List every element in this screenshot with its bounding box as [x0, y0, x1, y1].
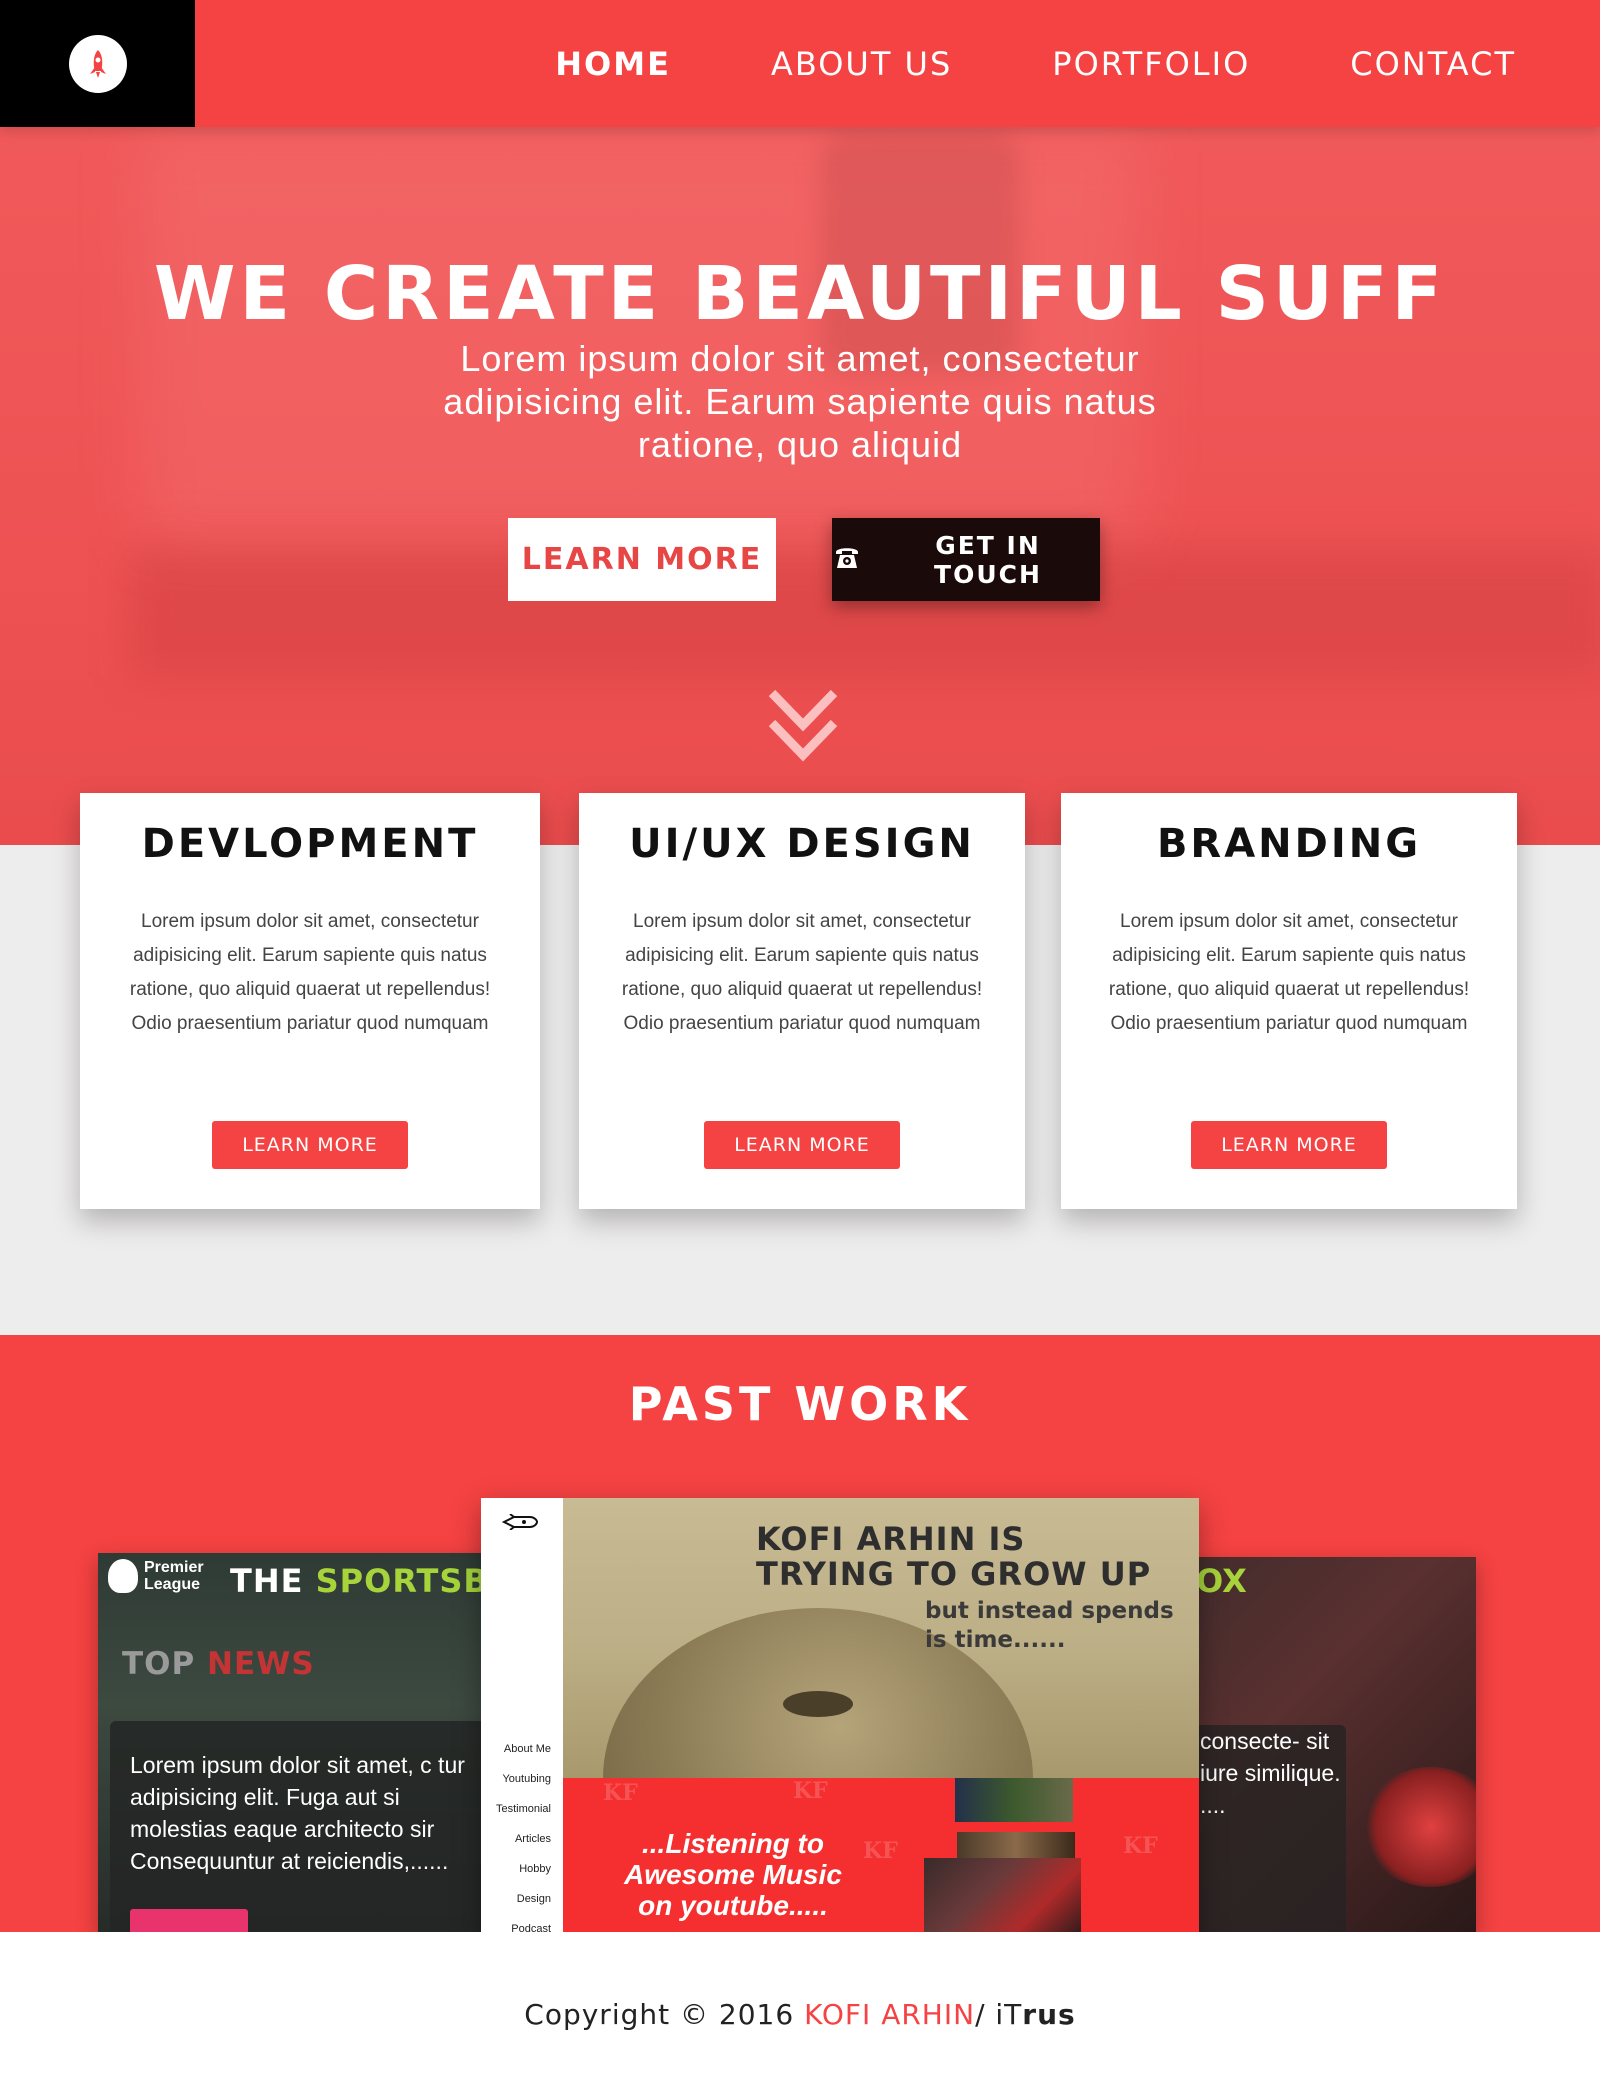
listening-text-line: ...Listening to [642, 1828, 824, 1859]
service-text: Lorem ipsum dolor sit amet, consectetur … [1108, 911, 1470, 1034]
copyright-text: Copyright © 2016 KOFI ARHIN/ iTrus [0, 1998, 1600, 2031]
sportsbox-title-part: THE [230, 1562, 316, 1600]
eye-image [783, 1691, 853, 1717]
site-menu-item: Podcast [511, 1923, 551, 1932]
video-thumbnail [924, 1858, 1081, 1932]
nav-portfolio[interactable]: PORTFOLIO [1052, 45, 1250, 83]
phone-icon [832, 542, 862, 578]
site-menu-item: Articles [514, 1833, 551, 1845]
top-nav: HOME ABOUT US PORTFOLIO CONTACT [0, 0, 1600, 127]
player-image [1361, 1767, 1476, 1887]
get-in-touch-label: GET IN TOUCH [934, 530, 1042, 589]
copyright-suffix: rus [1022, 1998, 1076, 2031]
site-menu-item: Hobby [519, 1863, 551, 1875]
read-more-button [130, 1909, 248, 1932]
site-menu: About Me Youtubing Testimonial Articles … [481, 1734, 551, 1932]
premier-league-logo: Premier League [110, 1559, 204, 1593]
service-card-uiux: UI/UX DESIGN Lorem ipsum dolor sit amet,… [579, 793, 1025, 1209]
nav-links: HOME ABOUT US PORTFOLIO CONTACT [555, 0, 1516, 127]
site-subheadline-line: is time...... [925, 1627, 1066, 1653]
service-learn-more-button[interactable]: LEARN MORE [704, 1121, 900, 1169]
listening-text: ...Listening to Awesome Music on youtube… [613, 1828, 853, 1921]
site-headline: KOFI ARHIN IS TRYING TO GROW UP [756, 1522, 1151, 1592]
double-chevron-down-icon[interactable] [766, 687, 840, 763]
site-headline-line: KOFI ARHIN IS [756, 1520, 1026, 1558]
copyright-name-link[interactable]: KOFI ARHIN [804, 1998, 975, 2031]
service-title: DEVLOPMENT [141, 821, 479, 867]
top-news-heading: TOP NEWS [122, 1646, 315, 1682]
premier-league-logo-line: Premier [144, 1559, 204, 1576]
service-learn-more-button[interactable]: LEARN MORE [212, 1121, 408, 1169]
footer: Copyright © 2016 KOFI ARHIN/ iTrus [0, 1932, 1600, 2078]
sportsbox-title: THE SPORTSBO [230, 1562, 498, 1600]
learn-more-button[interactable]: LEARN MORE [508, 518, 776, 601]
service-card-development: DEVLOPMENT Lorem ipsum dolor sit amet, c… [80, 793, 540, 1209]
portfolio-item-sportsbox[interactable]: Premier League THE SPORTSBO TOP NEWS Lor… [98, 1553, 498, 1932]
news-text: Lorem ipsum dolor sit amet, c tur adipis… [130, 1752, 465, 1874]
premier-league-logo-line: League [144, 1576, 201, 1593]
rocket-icon [68, 34, 127, 93]
logo[interactable] [0, 0, 195, 127]
rocket-icon [501, 1514, 539, 1530]
nav-contact[interactable]: CONTACT [1350, 45, 1516, 83]
kf-watermark: KF [603, 1780, 638, 1806]
sportsbox-title: OX [1196, 1562, 1247, 1600]
past-work-title: PAST WORK [628, 1377, 972, 1431]
site-menu-item: About Me [503, 1743, 551, 1755]
service-title: BRANDING [1156, 821, 1422, 867]
hero-photo: KOFI ARHIN IS TRYING TO GROW UP but inst… [563, 1498, 1199, 1778]
video-thumbnail [955, 1778, 1073, 1822]
site-subheadline: but instead spends is time...... [925, 1597, 1174, 1655]
youtube-band: KF KF KF KF ...Listening to Awesome Musi… [563, 1778, 1199, 1932]
copyright-separator: / iT [975, 1998, 1023, 2031]
listening-text-line: Awesome Music [624, 1859, 842, 1890]
top-news-part: TOP [122, 1646, 208, 1682]
portfolio-item-kofi-arhin[interactable]: About Me Youtubing Testimonial Articles … [481, 1498, 1199, 1932]
sportsbox-title-part: SPORTSBO [315, 1562, 498, 1600]
hero-section: WE CREATE BEAUTIFUL SUFF Lorem ipsum dol… [0, 127, 1600, 845]
hero-subtitle: Lorem ipsum dolor sit amet, consectetur … [443, 338, 1157, 465]
service-text: Lorem ipsum dolor sit amet, consectetur … [621, 911, 983, 1034]
service-card-branding: BRANDING Lorem ipsum dolor sit amet, con… [1061, 793, 1517, 1209]
site-menu-item: Youtubing [502, 1773, 551, 1785]
copyright-prefix: Copyright © 2016 [524, 1998, 805, 2031]
top-news-part: NEWS [207, 1646, 315, 1682]
news-text: consecte- sit iure similique. .... [1200, 1728, 1341, 1818]
nav-about-us[interactable]: ABOUT US [771, 45, 952, 83]
site-headline-line: TRYING TO GROW UP [756, 1555, 1152, 1593]
past-work-section: PAST WORK Premier League THE SPORTSBO TO… [0, 1335, 1600, 1932]
service-learn-more-button[interactable]: LEARN MORE [1191, 1121, 1387, 1169]
get-in-touch-button[interactable]: GET IN TOUCH [832, 518, 1100, 601]
hero-title: WE CREATE BEAUTIFUL SUFF [153, 251, 1447, 337]
nav-home[interactable]: HOME [555, 45, 671, 83]
kf-watermark: KF [793, 1778, 828, 1804]
kf-watermark: KF [863, 1838, 898, 1864]
kf-watermark: KF [1123, 1833, 1158, 1859]
listening-text-line: on youtube..... [638, 1890, 828, 1921]
site-menu-item: Design [516, 1893, 551, 1905]
site-menu-item: Testimonial [495, 1803, 551, 1815]
service-text: Lorem ipsum dolor sit amet, consectetur … [129, 911, 491, 1034]
site-subheadline-line: but instead spends [925, 1598, 1174, 1624]
service-title: UI/UX DESIGN [629, 821, 975, 867]
site-sidebar: About Me Youtubing Testimonial Articles … [481, 1498, 563, 1932]
